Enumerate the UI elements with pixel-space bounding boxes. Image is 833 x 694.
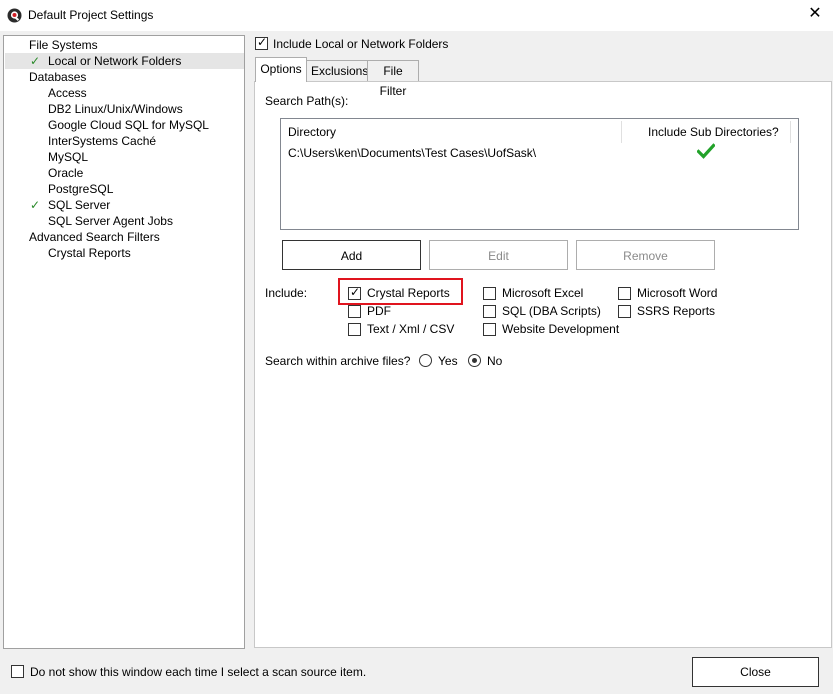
table-row-directory[interactable]: C:\Users\ken\Documents\Test Cases\UofSas… bbox=[288, 146, 536, 160]
tree-item-db2[interactable]: DB2 Linux/Unix/Windows bbox=[48, 101, 183, 117]
sql-dba-scripts-checkbox[interactable] bbox=[483, 305, 496, 318]
tree-item-postgresql[interactable]: PostgreSQL bbox=[48, 181, 113, 197]
archive-no-label: No bbox=[487, 354, 503, 368]
archive-yes-radio[interactable] bbox=[419, 354, 432, 367]
include-local-checkbox[interactable]: ✓ bbox=[255, 35, 268, 50]
tree-item-access[interactable]: Access bbox=[48, 85, 87, 101]
ssrs-reports-checkbox[interactable] bbox=[618, 305, 631, 318]
microsoft-excel-label: Microsoft Excel bbox=[502, 286, 584, 300]
remove-button[interactable]: Remove bbox=[576, 240, 715, 270]
microsoft-excel-checkbox[interactable] bbox=[483, 287, 496, 300]
tree-item-crystal-reports[interactable]: Crystal Reports bbox=[48, 245, 131, 261]
source-tree[interactable]: File Systems ✓ Local or Network Folders … bbox=[3, 35, 245, 649]
tab-file-filter[interactable]: File Filter bbox=[367, 60, 419, 98]
tree-item-sql-server[interactable]: SQL Server bbox=[48, 197, 110, 213]
check-icon: ✓ bbox=[30, 54, 41, 68]
ssrs-reports-label: SSRS Reports bbox=[637, 304, 716, 318]
tree-item-sql-server-agent-jobs[interactable]: SQL Server Agent Jobs bbox=[48, 213, 173, 229]
archive-search-label: Search within archive files? bbox=[265, 354, 411, 368]
website-development-checkbox[interactable] bbox=[483, 323, 496, 336]
archive-yes-label: Yes bbox=[438, 354, 458, 368]
green-check-icon[interactable] bbox=[697, 142, 715, 160]
tree-item-intersystems-cache[interactable]: InterSystems Caché bbox=[48, 133, 156, 149]
tree-item-databases[interactable]: Databases bbox=[29, 69, 86, 85]
pdf-label: PDF bbox=[367, 304, 391, 318]
microsoft-word-label: Microsoft Word bbox=[637, 286, 718, 300]
include-label: Include: bbox=[265, 286, 308, 300]
archive-no-radio[interactable] bbox=[468, 354, 481, 367]
website-development-label: Website Development bbox=[502, 322, 620, 336]
add-button[interactable]: Add bbox=[282, 240, 421, 270]
text-xml-csv-label: Text / Xml / CSV bbox=[367, 322, 455, 336]
tree-item-local-network-folders[interactable]: Local or Network Folders bbox=[48, 53, 181, 69]
pdf-checkbox[interactable] bbox=[348, 305, 361, 318]
column-header-directory[interactable]: Directory bbox=[288, 125, 336, 139]
close-button[interactable]: Close bbox=[692, 657, 819, 687]
include-local-label: Include Local or Network Folders bbox=[273, 37, 449, 51]
tree-item-mysql[interactable]: MySQL bbox=[48, 149, 88, 165]
tree-item-google-cloud-sql[interactable]: Google Cloud SQL for MySQL bbox=[48, 117, 209, 133]
window-title: Default Project Settings bbox=[28, 8, 154, 22]
check-icon: ✓ bbox=[30, 198, 41, 212]
tree-item-file-systems[interactable]: File Systems bbox=[29, 37, 98, 53]
dont-show-checkbox[interactable] bbox=[11, 665, 24, 678]
search-paths-label: Search Path(s): bbox=[265, 94, 349, 108]
radio-selected-dot bbox=[472, 358, 477, 363]
tab-exclusions[interactable]: Exclusions bbox=[306, 60, 369, 81]
column-header-include-sub[interactable]: Include Sub Directories? bbox=[648, 125, 779, 139]
column-divider bbox=[790, 121, 791, 143]
text-xml-csv-checkbox[interactable] bbox=[348, 323, 361, 336]
tree-item-advanced-search-filters[interactable]: Advanced Search Filters bbox=[29, 229, 160, 245]
edit-button[interactable]: Edit bbox=[429, 240, 568, 270]
app-logo-icon bbox=[7, 8, 22, 23]
checkmark-icon: ✓ bbox=[257, 35, 268, 49]
sql-dba-scripts-label: SQL (DBA Scripts) bbox=[502, 304, 601, 318]
tab-options[interactable]: Options bbox=[255, 57, 307, 82]
tree-item-oracle[interactable]: Oracle bbox=[48, 165, 83, 181]
annotation-highlight-box bbox=[338, 278, 463, 305]
microsoft-word-checkbox[interactable] bbox=[618, 287, 631, 300]
column-divider bbox=[621, 121, 622, 143]
dont-show-label: Do not show this window each time I sele… bbox=[30, 665, 367, 679]
close-window-icon[interactable]: ✕ bbox=[806, 5, 824, 23]
